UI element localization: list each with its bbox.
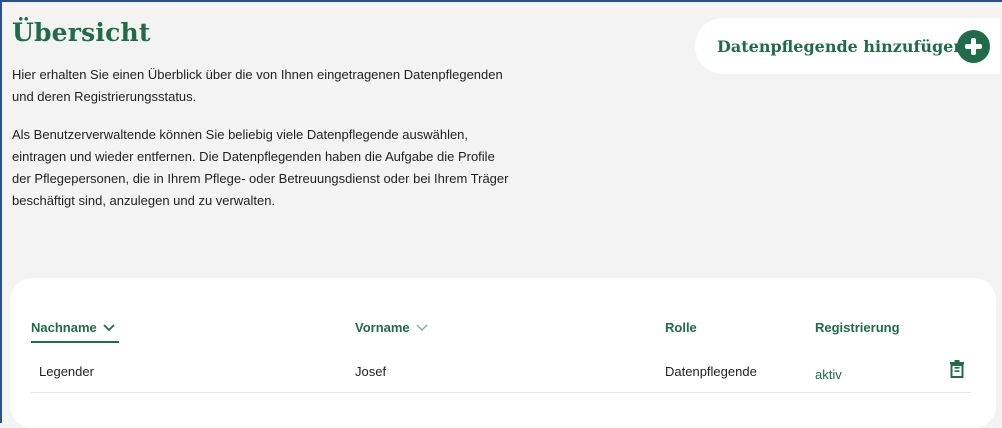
status-badge: aktiv — [815, 367, 842, 382]
intro-paragraph: Hier erhalten Sie einen Überblick über d… — [12, 67, 503, 104]
cell-nachname: Legender — [39, 364, 94, 379]
column-header-registrierung-label: Registrierung — [815, 320, 900, 335]
add-datenpflegende-button[interactable]: Datenpflegende hinzufügen — [695, 18, 1000, 74]
page-title: Übersicht — [12, 18, 151, 47]
trash-icon[interactable] — [949, 360, 965, 378]
row-divider — [31, 392, 971, 393]
column-header-rolle: Rolle — [665, 320, 697, 335]
active-sort-underline — [31, 341, 119, 343]
cell-rolle: Datenpflegende — [665, 364, 757, 379]
column-header-nachname-label: Nachname — [31, 320, 97, 335]
chevron-down-icon — [103, 323, 115, 331]
column-header-registrierung: Registrierung — [815, 320, 900, 335]
intro-paragraph-2: Als Benutzerverwaltende können Sie belie… — [12, 127, 509, 208]
column-header-nachname[interactable]: Nachname — [31, 320, 116, 335]
add-button-label: Datenpflegende hinzufügen — [717, 36, 965, 56]
chevron-down-icon — [416, 324, 428, 331]
plus-circle-icon — [957, 30, 990, 63]
column-header-vorname-label: Vorname — [355, 320, 410, 335]
datenpflegende-table: Nachname Vorname Rolle Registrierung Leg… — [10, 278, 996, 428]
column-header-rolle-label: Rolle — [665, 320, 697, 335]
cell-vorname: Josef — [355, 364, 387, 379]
column-header-vorname[interactable]: Vorname — [355, 320, 429, 335]
